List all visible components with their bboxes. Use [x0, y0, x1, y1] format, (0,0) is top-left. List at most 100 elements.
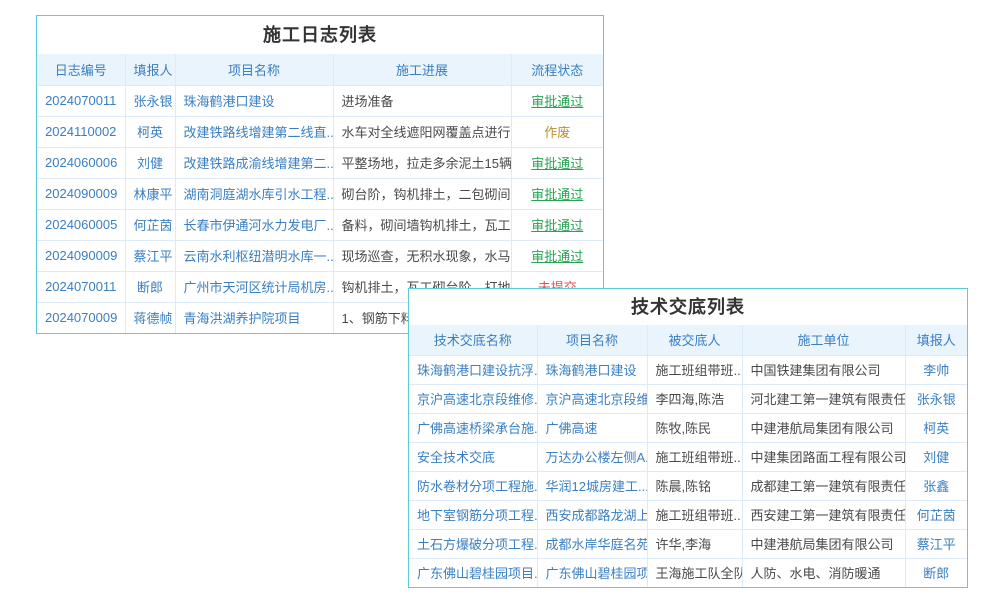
- log-project-cell[interactable]: 改建铁路成渝线增建第二...: [175, 147, 333, 178]
- disclosure-name-cell[interactable]: 广佛高速桥梁承台施...: [409, 413, 537, 442]
- disclosure-name-cell[interactable]: 防水卷材分项工程施...: [409, 471, 537, 500]
- log-id-cell[interactable]: 2024070011: [37, 271, 125, 302]
- technical-disclosure-table: 技术交底名称 项目名称 被交底人 施工单位 填报人 珠海鹤港口建设抗浮...珠海…: [409, 325, 967, 587]
- log-id-cell[interactable]: 2024060005: [37, 209, 125, 240]
- log-col-header-status: 流程状态: [511, 54, 603, 85]
- log-reporter-cell: 断郎: [125, 271, 175, 302]
- log-reporter-cell: 何芷茵: [125, 209, 175, 240]
- disclosure-col-header-name: 技术交底名称: [409, 325, 537, 355]
- disclosure-table-row[interactable]: 防水卷材分项工程施...华润12城房建工...陈晨,陈铭成都建工第一建筑有限责任…: [409, 471, 967, 500]
- disclosure-unit-cell: 中建集团路面工程有限公司: [742, 442, 905, 471]
- disclosure-project-cell[interactable]: 广东佛山碧桂园项目: [537, 558, 647, 587]
- disclosure-col-header-reporter: 填报人: [905, 325, 967, 355]
- log-status-cell: 审批通过: [511, 147, 603, 178]
- disclosure-recipient-cell: 许华,李海: [647, 529, 742, 558]
- log-table-row[interactable]: 2024090009蔡江平云南水利枢纽潜明水库一...现场巡查，无积水现象，水马…: [37, 240, 603, 271]
- log-col-header-reporter: 填报人: [125, 54, 175, 85]
- log-reporter-cell: 刘健: [125, 147, 175, 178]
- construction-log-title: 施工日志列表: [37, 16, 603, 54]
- disclosure-table-row[interactable]: 地下室钢筋分项工程...西安成都路龙湖上...施工班组带班...西安建工第一建筑…: [409, 500, 967, 529]
- disclosure-reporter-cell: 李帅: [905, 355, 967, 384]
- disclosure-unit-cell: 中建港航局集团有限公司: [742, 529, 905, 558]
- construction-log-table-head: 日志编号 填报人 项目名称 施工进展 流程状态: [37, 54, 603, 85]
- disclosure-col-header-recipient: 被交底人: [647, 325, 742, 355]
- disclosure-unit-cell: 河北建工第一建筑有限责任公司: [742, 384, 905, 413]
- disclosure-reporter-cell: 蔡江平: [905, 529, 967, 558]
- construction-log-panel: 施工日志列表 日志编号 填报人 项目名称 施工进展 流程状态 202407001…: [36, 15, 604, 334]
- log-project-cell[interactable]: 湖南洞庭湖水库引水工程...: [175, 178, 333, 209]
- log-progress-cell: 现场巡查，无积水现象，水马...: [333, 240, 511, 271]
- disclosure-project-cell[interactable]: 广佛高速: [537, 413, 647, 442]
- disclosure-project-cell[interactable]: 万达办公楼左侧A...: [537, 442, 647, 471]
- log-id-cell[interactable]: 2024060006: [37, 147, 125, 178]
- log-project-cell[interactable]: 青海洪湖养护院项目: [175, 302, 333, 333]
- disclosure-table-row[interactable]: 安全技术交底万达办公楼左侧A...施工班组带班...中建集团路面工程有限公司刘健: [409, 442, 967, 471]
- log-progress-cell: 砌台阶，钩机排土，二包砌间...: [333, 178, 511, 209]
- log-status-cell: 审批通过: [511, 85, 603, 116]
- disclosure-project-cell[interactable]: 华润12城房建工...: [537, 471, 647, 500]
- disclosure-name-cell[interactable]: 广东佛山碧桂园项目...: [409, 558, 537, 587]
- disclosure-table-row[interactable]: 广东佛山碧桂园项目...广东佛山碧桂园项目王海施工队全队人防、水电、消防暖通断郎: [409, 558, 967, 587]
- disclosure-name-cell[interactable]: 珠海鹤港口建设抗浮...: [409, 355, 537, 384]
- disclosure-recipient-cell: 王海施工队全队: [647, 558, 742, 587]
- disclosure-table-row[interactable]: 土石方爆破分项工程...成都水岸华庭名苑...许华,李海中建港航局集团有限公司蔡…: [409, 529, 967, 558]
- log-project-cell[interactable]: 改建铁路线增建第二线直...: [175, 116, 333, 147]
- log-col-header-progress: 施工进展: [333, 54, 511, 85]
- disclosure-name-cell[interactable]: 地下室钢筋分项工程...: [409, 500, 537, 529]
- disclosure-name-cell[interactable]: 京沪高速北京段维修...: [409, 384, 537, 413]
- disclosure-col-header-project: 项目名称: [537, 325, 647, 355]
- disclosure-recipient-cell: 施工班组带班...: [647, 500, 742, 529]
- technical-disclosure-table-body: 珠海鹤港口建设抗浮...珠海鹤港口建设施工班组带班...中国铁建集团有限公司李帅…: [409, 355, 967, 587]
- disclosure-project-cell[interactable]: 西安成都路龙湖上...: [537, 500, 647, 529]
- disclosure-recipient-cell: 施工班组带班...: [647, 442, 742, 471]
- log-project-cell[interactable]: 广州市天河区统计局机房...: [175, 271, 333, 302]
- technical-disclosure-title: 技术交底列表: [409, 289, 967, 325]
- log-id-cell[interactable]: 2024090009: [37, 240, 125, 271]
- log-progress-cell: 平整场地，拉走多余泥土15辆...: [333, 147, 511, 178]
- log-col-header-project: 项目名称: [175, 54, 333, 85]
- disclosure-project-cell[interactable]: 京沪高速北京段维修: [537, 384, 647, 413]
- disclosure-header-row: 技术交底名称 项目名称 被交底人 施工单位 填报人: [409, 325, 967, 355]
- log-reporter-cell: 张永银: [125, 85, 175, 116]
- log-header-row: 日志编号 填报人 项目名称 施工进展 流程状态: [37, 54, 603, 85]
- disclosure-reporter-cell: 断郎: [905, 558, 967, 587]
- log-id-cell[interactable]: 2024070009: [37, 302, 125, 333]
- log-table-row[interactable]: 2024060005何芷茵长春市伊通河水力发电厂...备料，砌间墙钩机排土，瓦工…: [37, 209, 603, 240]
- log-project-cell[interactable]: 长春市伊通河水力发电厂...: [175, 209, 333, 240]
- disclosure-table-row[interactable]: 广佛高速桥梁承台施...广佛高速陈牧,陈民中建港航局集团有限公司柯英: [409, 413, 967, 442]
- disclosure-table-row[interactable]: 京沪高速北京段维修...京沪高速北京段维修李四海,陈浩河北建工第一建筑有限责任公…: [409, 384, 967, 413]
- log-reporter-cell: 蒋德帧: [125, 302, 175, 333]
- log-id-cell[interactable]: 2024090009: [37, 178, 125, 209]
- log-progress-cell: 进场准备: [333, 85, 511, 116]
- technical-disclosure-table-head: 技术交底名称 项目名称 被交底人 施工单位 填报人: [409, 325, 967, 355]
- log-id-cell[interactable]: 2024110002: [37, 116, 125, 147]
- log-status-cell: 审批通过: [511, 209, 603, 240]
- disclosure-col-header-unit: 施工单位: [742, 325, 905, 355]
- disclosure-recipient-cell: 李四海,陈浩: [647, 384, 742, 413]
- log-table-row[interactable]: 2024070011张永银珠海鹤港口建设进场准备审批通过: [37, 85, 603, 116]
- disclosure-project-cell[interactable]: 珠海鹤港口建设: [537, 355, 647, 384]
- log-project-cell[interactable]: 云南水利枢纽潜明水库一...: [175, 240, 333, 271]
- technical-disclosure-panel: 技术交底列表 技术交底名称 项目名称 被交底人 施工单位 填报人 珠海鹤港口建设…: [408, 288, 968, 588]
- log-col-header-id: 日志编号: [37, 54, 125, 85]
- log-reporter-cell: 林康平: [125, 178, 175, 209]
- log-table-row[interactable]: 2024090009林康平湖南洞庭湖水库引水工程...砌台阶，钩机排土，二包砌间…: [37, 178, 603, 209]
- disclosure-reporter-cell: 刘健: [905, 442, 967, 471]
- log-status-cell: 作废: [511, 116, 603, 147]
- log-table-row[interactable]: 2024060006刘健改建铁路成渝线增建第二...平整场地，拉走多余泥土15辆…: [37, 147, 603, 178]
- disclosure-reporter-cell: 何芷茵: [905, 500, 967, 529]
- log-table-row[interactable]: 2024110002柯英改建铁路线增建第二线直...水车对全线遮阳网覆盖点进行.…: [37, 116, 603, 147]
- disclosure-table-row[interactable]: 珠海鹤港口建设抗浮...珠海鹤港口建设施工班组带班...中国铁建集团有限公司李帅: [409, 355, 967, 384]
- log-status-cell: 审批通过: [511, 178, 603, 209]
- disclosure-reporter-cell: 柯英: [905, 413, 967, 442]
- disclosure-project-cell[interactable]: 成都水岸华庭名苑...: [537, 529, 647, 558]
- disclosure-unit-cell: 中国铁建集团有限公司: [742, 355, 905, 384]
- disclosure-name-cell[interactable]: 安全技术交底: [409, 442, 537, 471]
- disclosure-reporter-cell: 张鑫: [905, 471, 967, 500]
- disclosure-recipient-cell: 陈牧,陈民: [647, 413, 742, 442]
- log-project-cell[interactable]: 珠海鹤港口建设: [175, 85, 333, 116]
- log-reporter-cell: 柯英: [125, 116, 175, 147]
- disclosure-name-cell[interactable]: 土石方爆破分项工程...: [409, 529, 537, 558]
- log-id-cell[interactable]: 2024070011: [37, 85, 125, 116]
- log-progress-cell: 水车对全线遮阳网覆盖点进行...: [333, 116, 511, 147]
